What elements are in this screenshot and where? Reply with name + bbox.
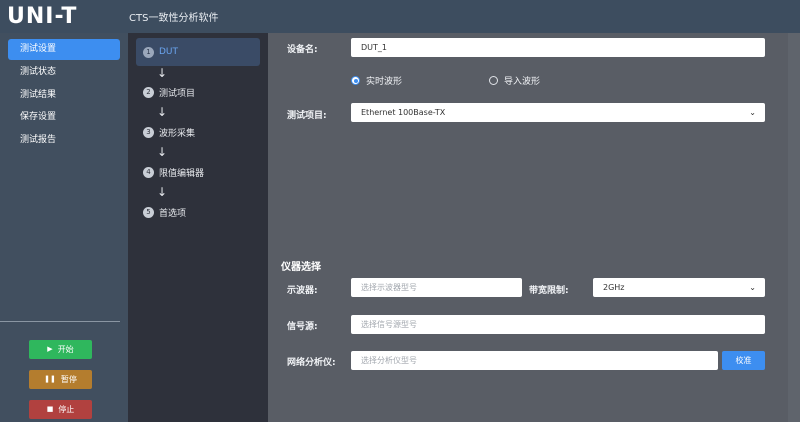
- device-name-input[interactable]: DUT_1: [351, 38, 765, 57]
- step-test-items[interactable]: 2 测试项目: [136, 78, 260, 106]
- step-waveform-capture[interactable]: 3 波形采集: [136, 118, 260, 146]
- step-number: 3: [143, 126, 154, 138]
- app-title: CTS一致性分析软件: [129, 13, 219, 24]
- sidebar-item-test-results[interactable]: 测试结果: [8, 85, 120, 106]
- chevron-down-icon: ⌄: [749, 108, 756, 117]
- device-name-label: 设备名:: [287, 45, 318, 55]
- scrollbar-track[interactable]: [788, 33, 800, 422]
- instrument-section-title: 仪器选择: [281, 262, 321, 273]
- step-label: DUT: [159, 47, 179, 57]
- pause-button[interactable]: ❚❚ 暂停: [29, 370, 92, 389]
- bandwidth-limit-select[interactable]: 2GHz ⌄: [593, 278, 765, 297]
- step-number: 4: [143, 166, 154, 178]
- sidebar-divider: [0, 321, 120, 322]
- oscilloscope-label: 示波器:: [287, 286, 318, 296]
- sidebar-item-test-settings[interactable]: 测试设置: [8, 39, 120, 60]
- test-item-select[interactable]: Ethernet 100Base-TX ⌄: [351, 103, 765, 122]
- stop-button[interactable]: ■ 停止: [29, 400, 92, 419]
- play-icon: ▶: [47, 345, 53, 353]
- sidebar: 测试设置 测试状态 测试结果 保存设置 测试报告 ▶ 开始 ❚❚ 暂停 ■ 停止: [0, 33, 128, 422]
- test-item-value: Ethernet 100Base-TX: [361, 108, 446, 117]
- uni-t-logo: UNI-T: [7, 4, 78, 29]
- step-number: 1: [143, 46, 154, 58]
- dut-panel: [268, 33, 788, 241]
- radio-label: 实时波形: [366, 77, 403, 87]
- signal-source-input[interactable]: 选择信号源型号: [351, 315, 765, 334]
- step-label: 测试项目: [159, 88, 196, 99]
- steps-panel: 1 DUT ↓ 2 测试项目 ↓ 3 波形采集 ↓ 4 限值编辑器 ↓ 5 首选…: [128, 33, 268, 422]
- calibrate-button[interactable]: 校准: [722, 351, 765, 370]
- pause-icon: ❚❚: [44, 375, 56, 383]
- step-label: 限值编辑器: [159, 168, 205, 179]
- sidebar-item-save-settings[interactable]: 保存设置: [8, 107, 120, 128]
- step-limit-editor[interactable]: 4 限值编辑器: [136, 158, 260, 186]
- down-arrow-icon: ↓: [157, 185, 168, 199]
- stop-icon: ■: [46, 405, 54, 413]
- step-label: 波形采集: [159, 128, 196, 139]
- sidebar-item-test-report[interactable]: 测试报告: [8, 130, 120, 151]
- sidebar-item-test-status[interactable]: 测试状态: [8, 62, 120, 83]
- step-dut[interactable]: 1 DUT: [136, 38, 260, 66]
- step-preferences[interactable]: 5 首选项: [136, 198, 260, 226]
- step-label: 首选项: [159, 208, 187, 219]
- pause-button-label: 暂停: [60, 375, 77, 384]
- signal-source-label: 信号源:: [287, 322, 318, 332]
- down-arrow-icon: ↓: [157, 105, 168, 119]
- stop-button-label: 停止: [58, 405, 75, 414]
- radio-label: 导入波形: [504, 77, 541, 87]
- step-number: 2: [143, 86, 154, 98]
- step-number: 5: [143, 206, 154, 218]
- oscilloscope-input[interactable]: 选择示波器型号: [351, 278, 522, 297]
- radio-selected-icon: [351, 76, 360, 85]
- radio-import-waveform[interactable]: 导入波形: [489, 74, 540, 87]
- title-bar: UNI-T CTS一致性分析软件: [0, 0, 800, 33]
- down-arrow-icon: ↓: [157, 145, 168, 159]
- bandwidth-value: 2GHz: [603, 283, 625, 292]
- network-analyzer-input[interactable]: 选择分析仪型号: [351, 351, 718, 370]
- test-item-label: 测试项目:: [287, 111, 327, 121]
- start-button[interactable]: ▶ 开始: [29, 340, 92, 359]
- chevron-down-icon: ⌄: [749, 283, 756, 292]
- start-button-label: 开始: [57, 345, 74, 354]
- bandwidth-limit-label: 带宽限制:: [529, 286, 569, 296]
- radio-unselected-icon: [489, 76, 498, 85]
- radio-realtime-waveform[interactable]: 实时波形: [351, 74, 402, 87]
- network-analyzer-label: 网络分析仪:: [287, 358, 336, 368]
